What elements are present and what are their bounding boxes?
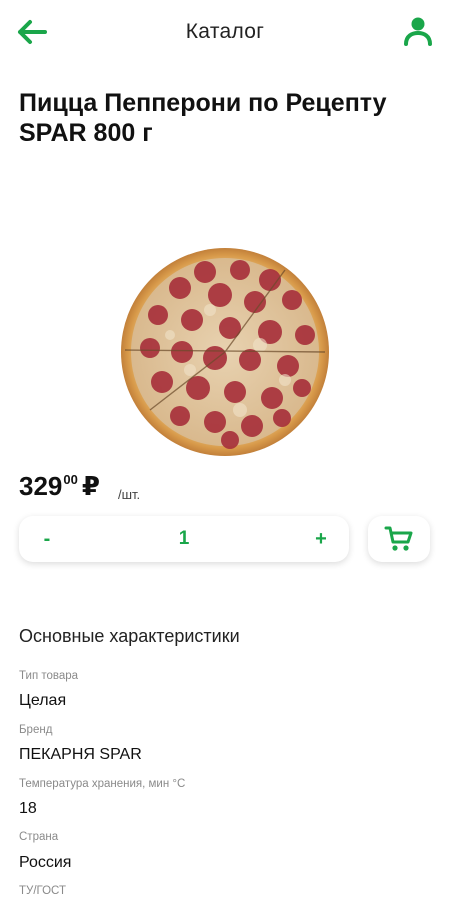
spec-label-type: Тип товара (19, 670, 79, 682)
spec-value-country: Россия (19, 854, 72, 871)
page-title: Каталог (185, 20, 265, 43)
spec-label-country: Страна (19, 831, 59, 843)
quantity-stepper: - 1 + (19, 516, 349, 562)
product-image (110, 240, 340, 465)
increase-button[interactable]: + (309, 528, 333, 551)
product-title: Пицца Пепперони по Рецепту SPAR 800 г (19, 89, 387, 147)
spec-value-type: Целая (19, 692, 67, 709)
price: 329 00 ₽ (19, 470, 100, 504)
profile-button[interactable] (400, 12, 436, 50)
spec-label-standard: ТУ/ГОСТ (19, 885, 66, 897)
spec-value-storage-temp: 18 (19, 800, 37, 817)
user-icon (404, 17, 432, 46)
specs-title: Основные характеристики (19, 626, 240, 646)
spec-label-brand: Бренд (19, 724, 53, 736)
spec-label-storage-temp: Температура хранения, мин °С (19, 778, 186, 790)
spec-value-brand: ПЕКАРНЯ SPAR (19, 746, 142, 763)
price-decimal: 00 (63, 472, 78, 487)
decrease-button[interactable]: - (35, 528, 59, 551)
price-currency: ₽ (81, 471, 100, 501)
top-bar: Каталог (0, 0, 450, 66)
pepperoni-pizza-image (121, 248, 329, 456)
price-unit: /шт. (118, 487, 141, 502)
price-integer: 329 (19, 471, 63, 501)
cart-icon (384, 526, 413, 551)
quantity-value: 1 (178, 528, 190, 549)
add-to-cart-button[interactable] (368, 516, 430, 562)
